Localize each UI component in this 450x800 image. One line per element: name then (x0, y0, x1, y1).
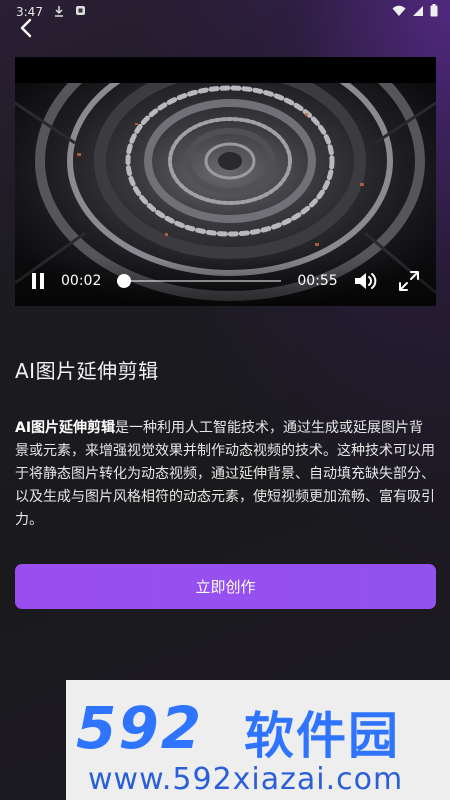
video-player[interactable]: 00:02 00:55 (15, 57, 436, 306)
signal-icon (412, 5, 424, 20)
description-bold: AI图片延伸剪辑 (15, 420, 116, 436)
notification-icon (75, 5, 86, 19)
current-time: 00:02 (61, 273, 102, 289)
battery-icon (430, 4, 438, 20)
description: AI图片延伸剪辑是一种利用人工智能技术，通过生成或延展图片背景或元素，来增强视觉… (15, 417, 437, 532)
pause-icon (32, 273, 44, 289)
wifi-icon (392, 5, 406, 20)
description-text: 是一种利用人工智能技术，通过生成或延展图片背景或元素，来增强视觉效果并制作动态视… (15, 420, 435, 528)
progress-bar[interactable] (116, 274, 282, 288)
fullscreen-icon (398, 271, 419, 291)
chevron-left-icon (20, 18, 32, 38)
back-button[interactable] (12, 14, 40, 42)
progress-knob[interactable] (116, 274, 131, 288)
pause-button[interactable] (27, 270, 49, 292)
watermark-url: www.592xiazai.com (88, 762, 404, 797)
status-bar: 3:47 (0, 0, 450, 24)
watermark-logo-number: 592 (76, 694, 204, 762)
watermark-logo-text: 软件园 (244, 707, 400, 765)
fullscreen-button[interactable] (396, 268, 422, 294)
volume-button[interactable] (352, 268, 378, 294)
page-title: AI图片延伸剪辑 (15, 359, 159, 383)
create-now-button[interactable]: 立即创作 (15, 564, 436, 609)
total-time: 00:55 (297, 273, 338, 289)
watermark: 592 软件园 www.592xiazai.com (66, 680, 450, 800)
download-icon (53, 5, 65, 20)
video-controls: 00:02 00:55 (15, 256, 436, 306)
volume-icon (354, 273, 376, 289)
